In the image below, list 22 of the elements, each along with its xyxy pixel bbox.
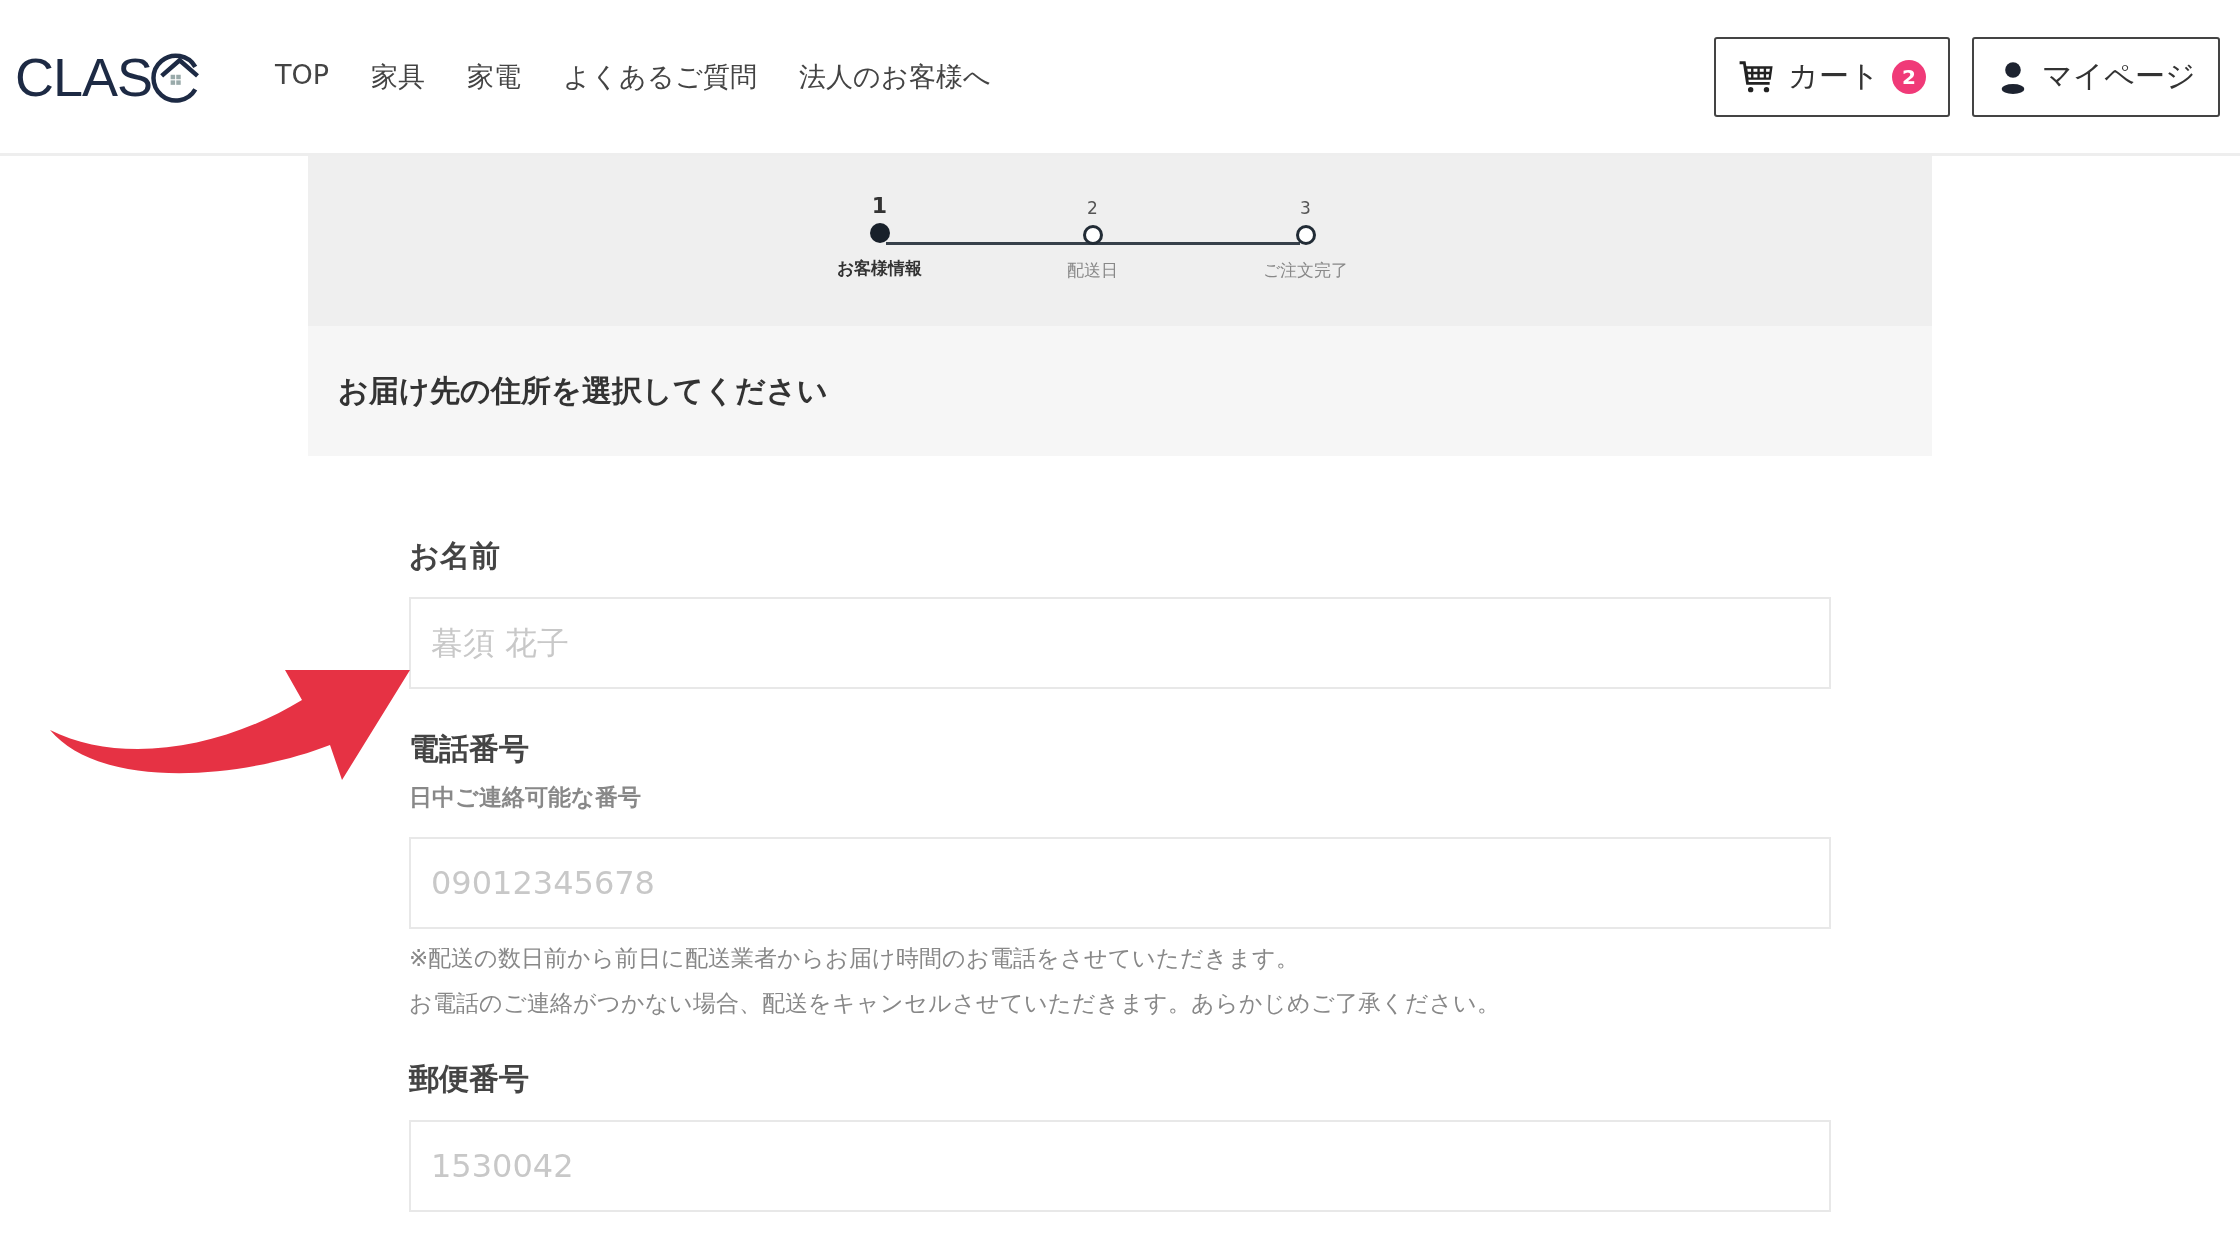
nav-link[interactable]: 家具 bbox=[371, 58, 426, 95]
section-title: お届け先の住所を選択してください bbox=[338, 371, 828, 410]
step-label: お客様情報 bbox=[837, 257, 922, 280]
logo[interactable]: CLAS bbox=[15, 45, 205, 108]
step-number: 1 bbox=[871, 192, 888, 218]
field-label: お名前 bbox=[409, 537, 501, 575]
field-note: お電話のご連絡がつかない場合、配送をキャンセルさせていただきます。あらかじめご了承ください。 bbox=[409, 989, 1501, 1018]
step-number: 3 bbox=[1300, 197, 1311, 218]
field-label: 電話番号 bbox=[409, 730, 530, 768]
nav-link[interactable]: 家電 bbox=[467, 58, 522, 95]
field-note: ※配送の数日前から前日に配送業者からお届け時間のお電話をさせていただきます。 bbox=[409, 944, 1301, 973]
nav-link[interactable]: よくあるご質問 bbox=[563, 58, 758, 95]
mypage-button[interactable]: マイページ bbox=[1972, 36, 2220, 117]
step-number: 2 bbox=[1087, 197, 1098, 218]
cart-count-badge: 2 bbox=[1892, 59, 1926, 94]
step-label: 配送日 bbox=[1067, 259, 1118, 282]
step-label: ご注文完了 bbox=[1263, 259, 1348, 282]
nav-link[interactable]: 法人のお客様へ bbox=[799, 58, 992, 95]
field-label: 郵便番号 bbox=[409, 1060, 530, 1098]
nav-link[interactable]: TOP bbox=[275, 58, 330, 95]
field-hint: 日中ご連絡可能な番号 bbox=[409, 783, 642, 812]
cart-button[interactable]: カート 2 bbox=[1714, 36, 1950, 117]
